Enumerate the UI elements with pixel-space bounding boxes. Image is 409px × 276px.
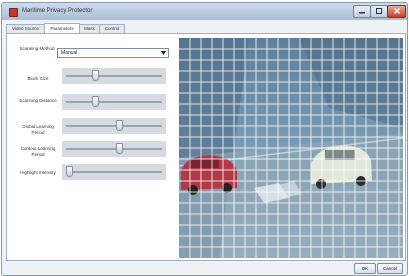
scan-grid-overlay xyxy=(179,38,403,258)
highlight-intensity-slider[interactable] xyxy=(62,164,166,180)
scanning-distance-slider[interactable] xyxy=(62,94,166,110)
slider-thumb[interactable] xyxy=(115,120,123,131)
global-learning-period-label: Global Learning Period xyxy=(22,124,54,135)
scanning-distance-label: Scanning Distance xyxy=(19,98,57,103)
maximize-button[interactable] xyxy=(370,5,388,18)
dialog-window: Maritime Privacy Protector Video Source … xyxy=(1,2,408,276)
slider-thumb[interactable] xyxy=(115,143,123,154)
maximize-icon xyxy=(376,8,382,14)
video-preview[interactable] xyxy=(179,38,403,258)
app-icon xyxy=(9,8,18,17)
slider-thumb[interactable] xyxy=(91,96,99,107)
slider-track-line xyxy=(66,148,162,150)
contour-learning-period-slider[interactable] xyxy=(62,141,166,157)
minimize-icon xyxy=(359,12,365,14)
slider-track-line xyxy=(66,171,162,173)
scanning-method-value: Manual xyxy=(61,50,78,56)
close-button[interactable] xyxy=(387,5,406,18)
tab-mask[interactable]: Mask xyxy=(79,24,100,33)
dialog-footer: OK Cancel xyxy=(2,260,407,275)
slider-track-line xyxy=(66,75,162,77)
scanning-method-select[interactable]: Manual xyxy=(57,48,169,58)
global-learning-period-slider[interactable] xyxy=(62,118,166,134)
scanning-method-label: Scanning Method xyxy=(19,46,55,51)
tab-control[interactable]: Control xyxy=(99,24,125,33)
title-bar: Maritime Privacy Protector xyxy=(2,3,407,20)
minimize-button[interactable] xyxy=(353,5,371,18)
window-title: Maritime Privacy Protector xyxy=(22,8,93,14)
slider-thumb[interactable] xyxy=(65,166,73,177)
parameters-panel: Scanning Method Manual Block Size Scanni… xyxy=(6,33,406,261)
close-icon xyxy=(393,8,400,14)
highlight-intensity-label: Highlight Intensity xyxy=(20,170,56,175)
chevron-down-icon xyxy=(161,51,166,55)
block-size-label: Block Size xyxy=(27,76,49,81)
contour-learning-period-label: Contour Learning Period xyxy=(20,146,56,157)
cancel-button[interactable]: Cancel xyxy=(377,263,403,274)
slider-track-line xyxy=(66,125,162,127)
tab-video-source[interactable]: Video Source xyxy=(6,24,45,33)
slider-thumb[interactable] xyxy=(91,70,99,81)
block-size-slider[interactable] xyxy=(62,68,166,84)
ok-button[interactable]: OK xyxy=(354,263,376,274)
slider-track-line xyxy=(66,101,162,103)
red-car xyxy=(181,155,237,195)
camera-frame xyxy=(179,38,403,258)
